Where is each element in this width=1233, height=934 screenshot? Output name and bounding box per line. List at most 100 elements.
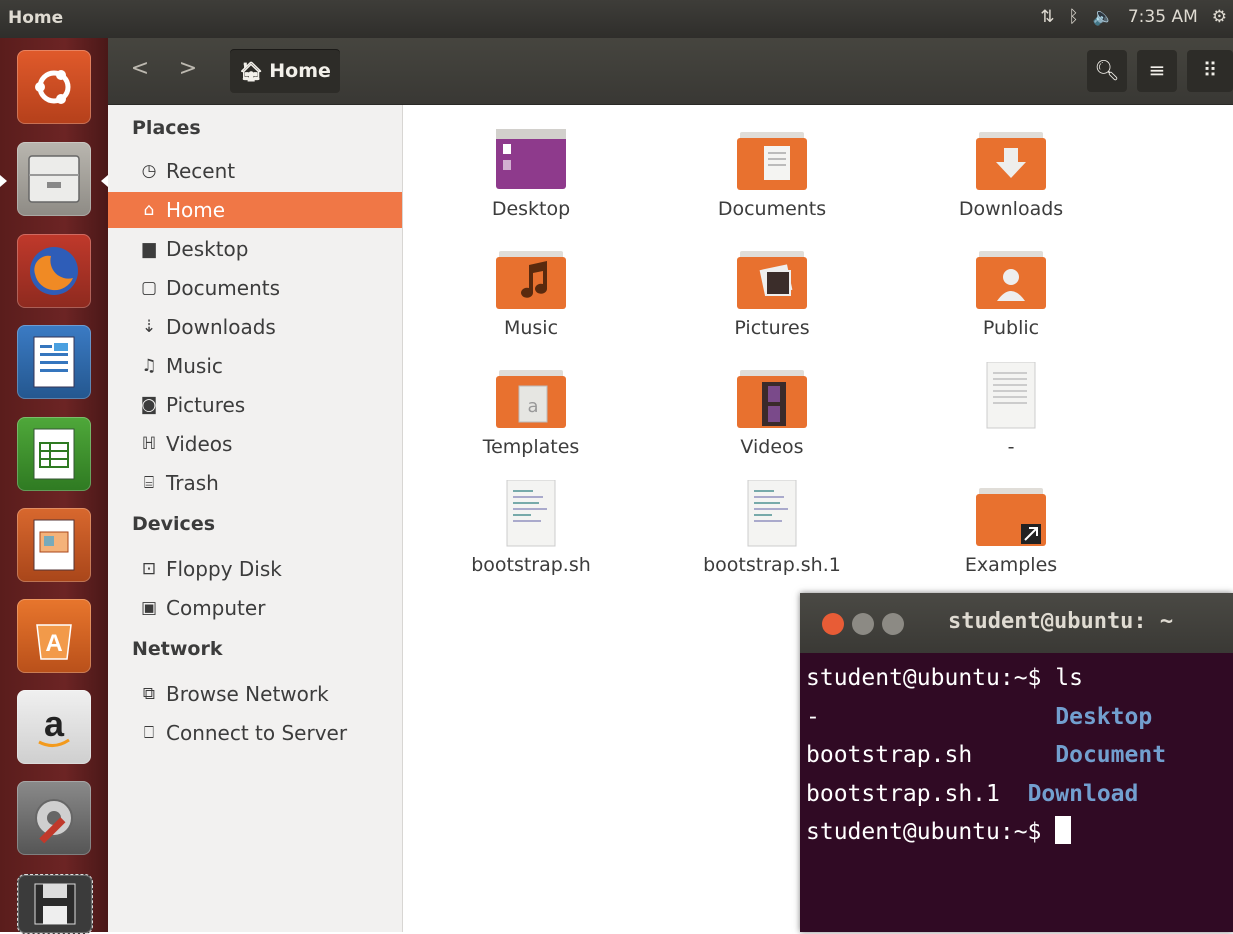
file-item-music[interactable]: Music bbox=[431, 243, 631, 339]
view-menu-button[interactable]: ≡ bbox=[1137, 50, 1177, 92]
devices-heading: Devices bbox=[132, 513, 216, 535]
desktop-folder-icon bbox=[491, 124, 571, 194]
trash-icon: ⌸ bbox=[143, 473, 155, 493]
grid-icon: ⠿ bbox=[1202, 58, 1218, 82]
film-icon: ℍ bbox=[141, 434, 157, 454]
clock-label[interactable]: 7:35 AM bbox=[1128, 7, 1198, 27]
file-item-public[interactable]: Public bbox=[911, 243, 1111, 339]
libreoffice-calc-icon[interactable] bbox=[17, 417, 91, 491]
public-folder-icon bbox=[971, 243, 1051, 313]
volume-icon[interactable]: 🔈 bbox=[1093, 7, 1114, 27]
sidebar-item-videos[interactable]: ℍ Videos bbox=[108, 426, 402, 462]
maximize-button[interactable] bbox=[882, 613, 904, 635]
file-label: bootstrap.sh bbox=[471, 554, 591, 576]
home-icon: 🏠︎ bbox=[239, 60, 264, 83]
network-icon: ⧉ bbox=[142, 684, 156, 704]
sidebar-item-pictures[interactable]: ◙ Pictures bbox=[108, 387, 402, 423]
terminal-line-4: bootstrap.sh.1 Download bbox=[806, 780, 1139, 807]
file-label: Videos bbox=[740, 436, 804, 458]
script-file-icon bbox=[732, 479, 812, 550]
documents-folder-icon bbox=[732, 124, 812, 194]
file-item-downloads[interactable]: Downloads bbox=[911, 124, 1111, 220]
window-title: Home bbox=[8, 8, 64, 28]
power-gear-icon[interactable]: ⚙ bbox=[1212, 7, 1227, 27]
file-label: Public bbox=[982, 317, 1040, 339]
sidebar-item-music[interactable]: ♫ Music bbox=[108, 348, 402, 384]
terminal-line-3: bootstrap.sh Document bbox=[806, 742, 1167, 768]
server-icon: ⎕ bbox=[143, 723, 155, 743]
places-sidebar: Places ◷ Recent ⌂ Home ▆ Desktop ▢ Documents… bbox=[108, 105, 403, 932]
terminal-titlebar[interactable]: student@ubuntu: ~ bbox=[800, 593, 1233, 653]
terminal-output[interactable]: student@ubuntu:~$ ls - Desktop bootstrap.s… bbox=[806, 659, 1233, 852]
path-bar-label: Home bbox=[269, 60, 331, 82]
file-label: Pictures bbox=[734, 317, 810, 339]
file-label: bootstrap.sh.1 bbox=[703, 554, 841, 576]
examples-link-folder-icon bbox=[971, 480, 1051, 550]
terminal-window[interactable]: student@ubuntu: ~ student@ubuntu:~$ ls - … bbox=[800, 593, 1233, 932]
floppy-icon: ⊡ bbox=[141, 559, 157, 579]
file-item-pictures[interactable]: Pictures bbox=[672, 243, 872, 339]
document-icon: ▢ bbox=[140, 278, 158, 298]
indicator-area: ⇅ ᛒ 🔈 7:35 AM ⚙ bbox=[1040, 7, 1227, 27]
svg-text:A: A bbox=[45, 630, 62, 657]
ubuntu-dash-icon[interactable] bbox=[17, 50, 91, 124]
file-item-desktop[interactable]: Desktop bbox=[431, 124, 631, 220]
file-label: Music bbox=[503, 317, 559, 339]
file-item-examples[interactable]: Examples bbox=[911, 480, 1111, 576]
minimize-button[interactable] bbox=[852, 613, 874, 635]
software-center-icon[interactable]: A bbox=[17, 599, 91, 673]
pictures-folder-icon bbox=[732, 243, 812, 313]
script-file-icon bbox=[491, 479, 571, 550]
path-bar-home-button[interactable]: 🏠︎ Home bbox=[230, 49, 340, 93]
folder-icon: ▆ bbox=[142, 239, 156, 259]
file-item-dash[interactable]: - bbox=[911, 361, 1111, 458]
file-item-bootstrap-sh-1[interactable]: bootstrap.sh.1 bbox=[672, 479, 872, 576]
sidebar-item-desktop[interactable]: ▆ Desktop bbox=[108, 231, 402, 267]
music-icon: ♫ bbox=[141, 356, 157, 376]
system-settings-icon[interactable] bbox=[17, 781, 91, 855]
sidebar-item-documents[interactable]: ▢ Documents bbox=[108, 270, 402, 306]
sidebar-item-downloads[interactable]: ⇣ Downloads bbox=[108, 309, 402, 345]
launcher: A a bbox=[0, 38, 108, 934]
terminal-cursor bbox=[1055, 816, 1072, 844]
search-icon: 🔍︎ bbox=[1094, 58, 1120, 82]
grid-view-button[interactable]: ⠿ bbox=[1187, 50, 1233, 92]
network-updown-icon[interactable]: ⇅ bbox=[1040, 7, 1054, 27]
svg-text:a: a bbox=[527, 396, 538, 417]
sidebar-item-floppy-disk[interactable]: ⊡ Floppy Disk bbox=[108, 551, 402, 587]
clock-icon: ◷ bbox=[141, 161, 157, 181]
close-button[interactable] bbox=[822, 613, 844, 635]
floppy-disk-icon[interactable] bbox=[17, 874, 93, 934]
terminal-line-2: - Desktop bbox=[806, 703, 1153, 730]
file-manager-toolbar: < > 🏠︎ Home 🔍︎ ≡ ⠿ bbox=[108, 38, 1233, 105]
downloads-folder-icon bbox=[971, 124, 1051, 194]
file-label: Documents bbox=[717, 198, 827, 220]
search-button[interactable]: 🔍︎ bbox=[1087, 50, 1127, 92]
home-icon: ⌂ bbox=[143, 200, 155, 220]
camera-icon: ◙ bbox=[140, 395, 158, 415]
sidebar-item-computer[interactable]: ▣ Computer bbox=[108, 590, 402, 626]
sidebar-item-recent[interactable]: ◷ Recent bbox=[108, 153, 402, 189]
computer-icon: ▣ bbox=[140, 598, 158, 618]
file-label: Examples bbox=[964, 554, 1058, 576]
amazon-icon[interactable]: a bbox=[17, 690, 91, 764]
firefox-icon[interactable] bbox=[17, 234, 91, 308]
files-icon[interactable] bbox=[17, 142, 91, 216]
sidebar-item-browse-network[interactable]: ⧉ Browse Network bbox=[108, 676, 402, 712]
file-item-videos[interactable]: Videos bbox=[672, 362, 872, 458]
file-item-bootstrap-sh[interactable]: bootstrap.sh bbox=[431, 479, 631, 576]
bluetooth-icon[interactable]: ᛒ bbox=[1068, 7, 1078, 27]
sidebar-item-trash[interactable]: ⌸ Trash bbox=[108, 465, 402, 501]
sidebar-item-home[interactable]: ⌂ Home bbox=[108, 192, 402, 228]
terminal-line-1: student@ubuntu:~$ ls bbox=[806, 665, 1083, 691]
libreoffice-writer-icon[interactable] bbox=[17, 325, 91, 399]
back-button[interactable]: < bbox=[122, 54, 158, 86]
download-icon: ⇣ bbox=[141, 317, 157, 337]
top-panel: Home ⇅ ᛒ 🔈 7:35 AM ⚙ bbox=[0, 0, 1233, 38]
libreoffice-impress-icon[interactable] bbox=[17, 508, 91, 582]
file-item-documents[interactable]: Documents bbox=[672, 124, 872, 220]
forward-button[interactable]: > bbox=[170, 54, 206, 86]
file-item-templates[interactable]: a Templates bbox=[431, 362, 631, 458]
sidebar-item-connect-to-server[interactable]: ⎕ Connect to Server bbox=[108, 715, 402, 751]
music-folder-icon bbox=[491, 243, 571, 313]
